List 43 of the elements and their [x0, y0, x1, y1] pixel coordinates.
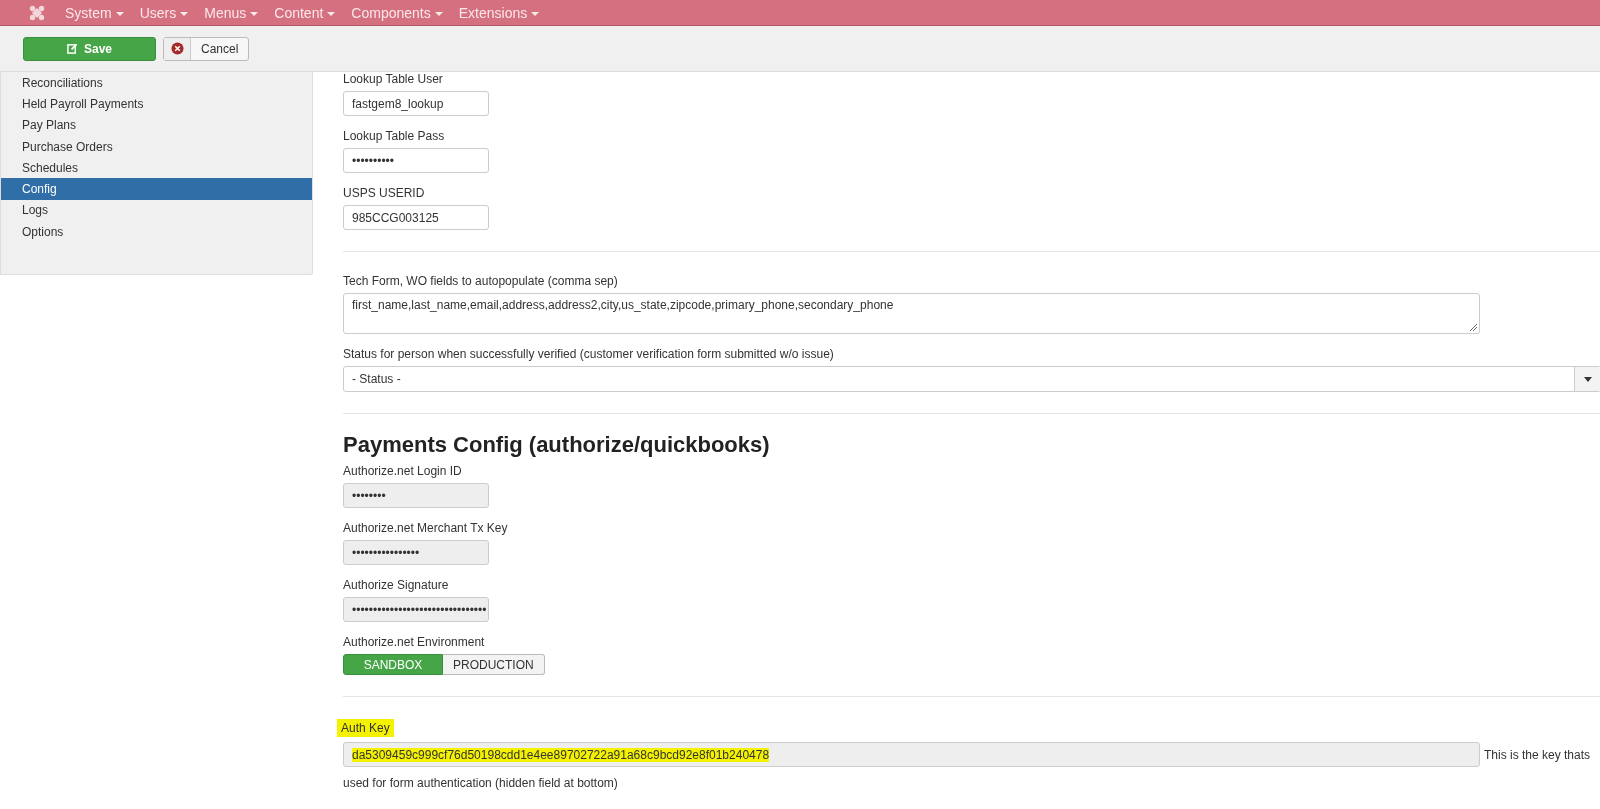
- close-icon: [170, 42, 184, 55]
- sidebar-item[interactable]: Options: [1, 221, 312, 243]
- caret-icon: [434, 11, 443, 16]
- caret-icon: [1583, 376, 1592, 382]
- input-field[interactable]: ••••••••••: [343, 148, 489, 173]
- input-field[interactable]: ••••••••: [343, 483, 489, 508]
- caret-icon: [180, 11, 189, 16]
- input-field[interactable]: fastgem8_lookup: [343, 91, 489, 116]
- environment-option[interactable]: PRODUCTION: [443, 654, 545, 675]
- sidebar-item[interactable]: Reconciliations: [1, 72, 312, 94]
- logo-icon[interactable]: [28, 3, 46, 22]
- sidebar-item[interactable]: Config: [1, 178, 312, 200]
- field-label: Tech Form, WO fields to autopopulate (comma sep): [343, 274, 618, 288]
- text-area[interactable]: first_name,last_name,email,address,address2,city,us_state,zipcode,primary_phone,secondary_phone: [343, 293, 1480, 334]
- section-heading: Payments Config (authorize/quickbooks): [343, 432, 771, 458]
- field-label: Authorize.net Environment: [343, 635, 485, 649]
- edit-icon: [67, 43, 78, 54]
- sidebar-item[interactable]: Held Payroll Payments: [1, 93, 312, 115]
- caret-icon: [531, 11, 540, 16]
- input-field[interactable]: 985CCG003125: [343, 205, 489, 230]
- cancel-button[interactable]: Cancel: [163, 36, 250, 61]
- input-field[interactable]: ••••••••••••••••••••••••••••••••: [343, 597, 489, 622]
- field-label: Authorize.net Login ID: [343, 464, 462, 478]
- field-label: Lookup Table Pass: [343, 129, 445, 143]
- field-label: Lookup Table User: [343, 72, 443, 86]
- sidebar-item[interactable]: Pay Plans: [1, 114, 312, 136]
- field-label: Authorize Signature: [343, 578, 449, 592]
- caret-icon: [115, 11, 124, 16]
- input-field[interactable]: ••••••••••••••••: [343, 540, 489, 565]
- sidebar-item[interactable]: Logs: [1, 199, 312, 222]
- resize-grip-icon: [1469, 323, 1477, 331]
- auth-key-field[interactable]: da5309459c999cf76d50198cdd1e4ee89702722a91a68c9bcd92e8f01b240478: [343, 742, 1480, 767]
- field-label: Auth Key: [337, 719, 394, 737]
- status-dropdown[interactable]: - Status -: [343, 366, 1600, 392]
- field-label: Status for person when successfully verified (customer verification form submitted w/o issue): [343, 347, 834, 361]
- sidebar-item[interactable]: Purchase Orders: [1, 135, 312, 158]
- sidebar-item[interactable]: Schedules: [1, 157, 312, 179]
- caret-icon: [250, 11, 259, 16]
- help-text: This is the key thats: [1484, 747, 1591, 762]
- help-text: used for form authentication (hidden field at bottom): [343, 776, 618, 790]
- caret-icon: [327, 11, 336, 16]
- field-label: Authorize.net Merchant Tx Key: [343, 521, 508, 535]
- field-label: USPS USERID: [343, 186, 425, 200]
